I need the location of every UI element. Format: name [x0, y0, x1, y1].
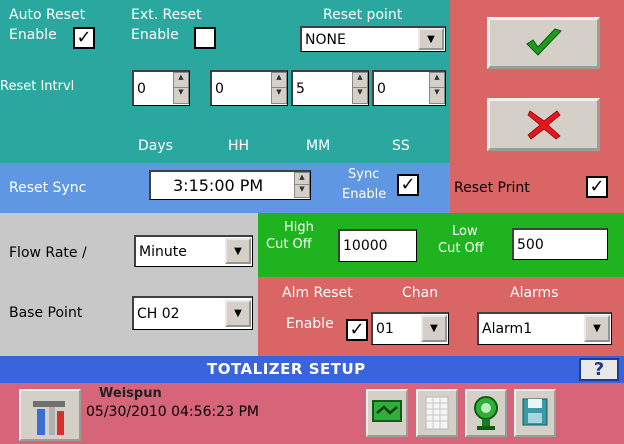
alarms-label: Alarms: [510, 285, 559, 301]
channel-button[interactable]: [366, 389, 408, 437]
flow-rate-label: Flow Rate /: [9, 245, 87, 261]
cancel-button[interactable]: [487, 98, 600, 151]
ss-spinner[interactable]: ▲ ▼: [429, 72, 445, 104]
grid-button[interactable]: [416, 389, 458, 437]
cancel-x-icon: [526, 109, 561, 140]
ext-reset-label: Ext. Reset: [131, 7, 202, 23]
auto-reset-enable-label: Enable: [9, 27, 57, 43]
auto-reset-label: Auto Reset: [9, 7, 86, 23]
reset-print-checkbox[interactable]: ✓: [586, 176, 608, 198]
ok-check-icon: [525, 28, 562, 56]
chevron-down-icon: ▼: [427, 33, 435, 45]
tools-icon: [33, 401, 65, 435]
status-datetime: 05/30/2010 04:56:23 PM: [86, 404, 259, 420]
alarms-dropdown-button[interactable]: ▼: [584, 315, 610, 342]
high-cutoff-label-2: Cut Off: [266, 237, 312, 252]
reset-sync-spinner[interactable]: ▲ ▼: [294, 172, 310, 198]
days-spinner[interactable]: ▲ ▼: [173, 72, 189, 104]
chevron-down-icon: ▼: [234, 245, 242, 257]
chan-label: Chan: [402, 285, 439, 301]
days-unit-label: Days: [138, 138, 173, 154]
low-cutoff-label-2: Cut Off: [438, 241, 484, 256]
channel-icon: [372, 400, 402, 422]
base-point-value: CH 02: [137, 305, 180, 322]
chevron-down-icon: ▼: [430, 323, 438, 334]
channel-dropdown-button[interactable]: ▼: [421, 315, 447, 342]
hh-unit-label: HH: [228, 138, 250, 154]
base-point-dropdown-button[interactable]: ▼: [225, 300, 251, 327]
reset-interval-label: Reset Intrvl: [0, 79, 75, 94]
days-value: 0: [137, 80, 146, 97]
save-button[interactable]: [514, 389, 556, 437]
high-cutoff-label: High: [284, 220, 314, 235]
mm-value: 5: [296, 80, 305, 97]
sync-label: Sync: [348, 167, 380, 182]
high-cutoff-input[interactable]: 10000: [338, 229, 417, 262]
high-cutoff-value: 10000: [343, 238, 388, 254]
alarm-button[interactable]: [465, 389, 507, 437]
base-point-label: Base Point: [9, 305, 83, 321]
ext-reset-enable-checkbox[interactable]: [194, 27, 216, 49]
low-cutoff-label: Low: [452, 224, 478, 239]
tools-button[interactable]: [19, 389, 81, 441]
reset-print-label: Reset Print: [454, 180, 530, 196]
mm-unit-label: MM: [306, 138, 331, 154]
reset-point-value: NONE: [305, 31, 346, 48]
low-cutoff-input[interactable]: 500: [512, 228, 608, 260]
reset-point-label: Reset point: [323, 7, 403, 23]
auto-reset-enable-checkbox[interactable]: ✓: [73, 27, 95, 49]
flow-rate-dropdown-button[interactable]: ▼: [225, 238, 251, 264]
chevron-down-icon: ▼: [593, 323, 601, 334]
page-title: TOTALIZER SETUP: [207, 360, 366, 378]
brand-label: Weispun: [99, 386, 162, 401]
alarms-value: Alarm1: [482, 321, 533, 337]
ss-unit-label: SS: [392, 138, 410, 154]
ss-value: 0: [377, 80, 386, 97]
hh-value: 0: [215, 80, 224, 97]
reset-point-dropdown-button[interactable]: ▼: [418, 28, 444, 50]
low-cutoff-value: 500: [517, 236, 544, 253]
reset-sync-time-value: 3:15:00 PM: [173, 175, 264, 195]
sync-enable-label: Enable: [342, 187, 387, 202]
save-disk-icon: [522, 398, 548, 426]
hh-spinner[interactable]: ▲ ▼: [271, 72, 287, 104]
ext-reset-enable-label: Enable: [131, 27, 179, 43]
alm-reset-label: Alm Reset: [282, 285, 353, 301]
flow-rate-value: Minute: [139, 243, 187, 260]
help-button[interactable]: ?: [579, 358, 619, 381]
mm-spinner[interactable]: ▲ ▼: [352, 72, 368, 104]
sync-enable-checkbox[interactable]: ✓: [397, 174, 419, 196]
reset-sync-label: Reset Sync: [9, 180, 87, 196]
alarm-bell-icon: [474, 396, 498, 430]
alm-reset-enable-checkbox[interactable]: ✓: [346, 319, 368, 341]
ok-button[interactable]: [487, 17, 600, 69]
chevron-down-icon: ▼: [234, 308, 242, 319]
grid-icon: [425, 396, 449, 430]
channel-value: 01: [376, 321, 394, 337]
reset-sync-time-input[interactable]: 3:15:00 PM: [149, 170, 311, 200]
alm-reset-enable-label: Enable: [286, 316, 334, 332]
